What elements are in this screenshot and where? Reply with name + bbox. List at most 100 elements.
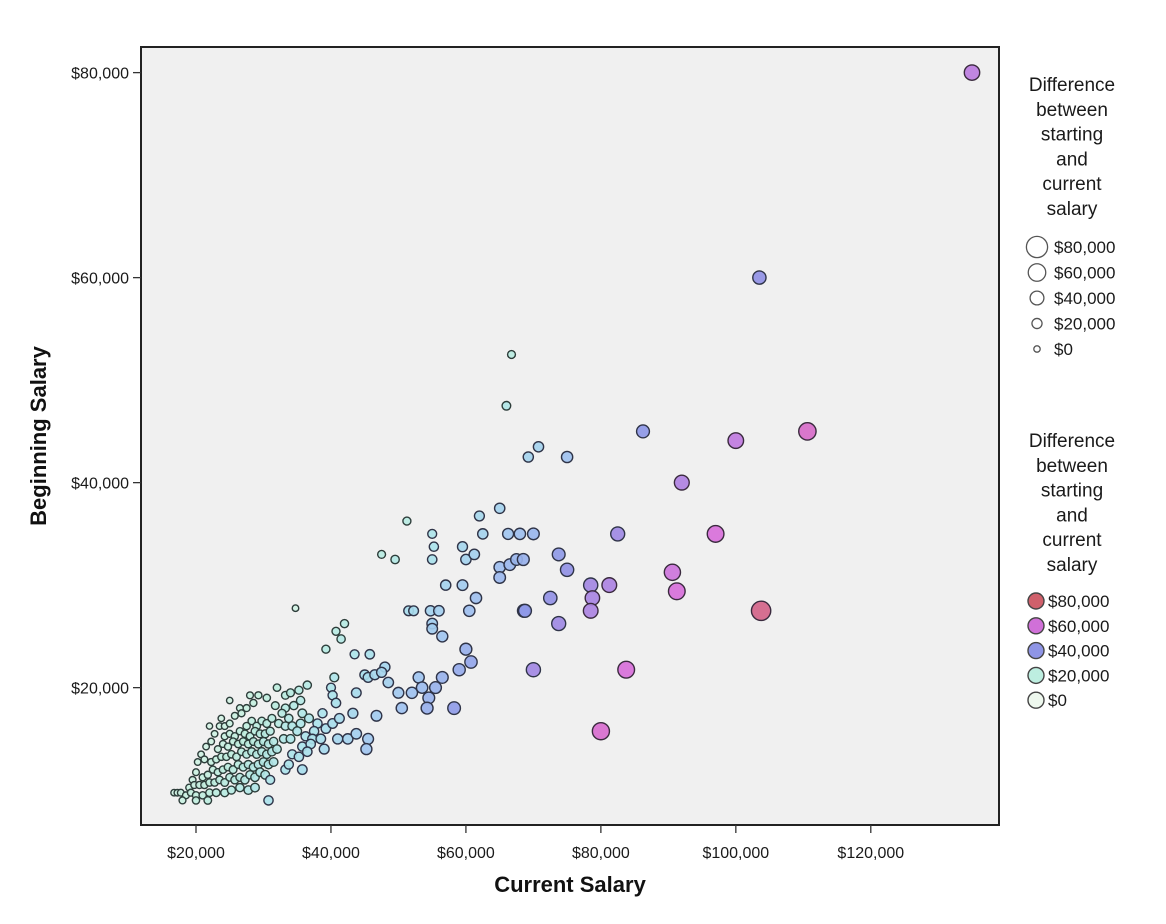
data-point [200,755,209,764]
data-point [272,683,282,693]
color-legend-swatch [1027,592,1045,610]
data-point [203,795,213,805]
size-legend-label: $40,000 [1054,289,1115,308]
data-point [283,759,295,770]
data-point [963,64,981,81]
data-point [435,670,449,684]
data-point [522,451,535,463]
data-point [501,400,512,411]
color-legend-swatch [1027,641,1045,660]
data-point [193,758,202,766]
plot-area [140,46,1000,826]
data-point [526,527,540,541]
data-point [532,440,545,453]
data-point [428,681,443,695]
data-point [318,743,330,755]
data-point [516,552,530,567]
data-point [268,756,279,768]
data-point [517,603,533,618]
data-point [752,270,767,285]
data-point [408,605,420,617]
data-point [349,649,360,660]
size-legend-swatch [1031,317,1043,330]
data-point [376,549,387,560]
data-point [525,661,542,678]
data-point [249,782,261,793]
data-point [476,528,489,540]
data-point [301,746,313,758]
data-point [617,660,636,679]
data-point [292,726,303,737]
data-point [798,422,817,441]
data-point [493,502,506,515]
size-legend-title-line: Difference [1029,75,1115,96]
data-point [464,655,478,669]
data-point [673,474,690,491]
data-point [265,726,275,736]
data-point [439,579,452,591]
data-point [333,712,345,724]
data-point [178,796,187,805]
data-point [426,554,438,565]
size-legend-label: $60,000 [1054,264,1115,283]
data-point [191,768,201,777]
color-legend-swatch [1027,666,1045,685]
data-point [285,688,296,698]
data-point [265,774,276,786]
data-point [191,796,201,805]
x-axis: $20,000 $40,000 $60,000 $80,000 $100,000 $120… [167,825,904,862]
data-point [303,713,315,724]
data-point [294,685,304,695]
data-point [706,524,725,543]
size-legend-title-line: and [1056,149,1088,170]
color-legend-title-line: starting [1041,481,1103,502]
data-point [210,729,219,738]
data-point [663,563,682,582]
color-legend: Difference between starting and current salar… [1027,431,1115,710]
x-tick-label: $20,000 [167,845,225,862]
data-point [370,709,383,722]
data-point [331,733,344,745]
data-point [321,644,331,654]
data-point [469,591,483,605]
data-point [270,701,280,711]
data-point [262,693,272,703]
data-point [272,744,282,755]
data-point [601,577,618,594]
data-point [635,424,651,439]
color-legend-title-line: and [1056,505,1088,526]
data-point [473,510,486,522]
data-point [667,582,686,601]
size-legend-title-line: starting [1041,125,1103,146]
data-point [336,634,346,644]
y-axis: $20,000 $40,000 $60,000 $80,000 [71,66,141,698]
data-point [559,562,575,578]
color-legend-title-line: current [1042,530,1102,551]
data-point [254,691,263,700]
data-point [493,571,507,584]
data-point [447,701,462,716]
data-point [462,604,476,618]
color-legend-title-line: Difference [1029,431,1115,452]
data-point [727,432,745,450]
data-point [392,686,405,699]
size-legend-swatch [1029,290,1045,306]
size-legend-swatch [1027,263,1047,282]
data-point [207,737,216,746]
data-point [375,666,388,679]
data-point [235,782,245,793]
data-point [459,642,473,656]
data-point [217,714,226,723]
size-legend-title-line: salary [1047,199,1098,220]
data-point [226,785,237,795]
data-point [361,732,375,746]
data-point [293,751,305,763]
size-legend-label: $80,000 [1054,238,1115,257]
x-tick-label: $40,000 [302,845,360,862]
data-point [468,548,481,561]
data-point [225,696,234,705]
data-point [610,526,626,542]
data-point [456,541,469,553]
y-tick-label: $60,000 [71,271,129,288]
scatter-chart: $20,000 $40,000 $60,000 $80,000 $100,000 $120… [26,46,1115,897]
